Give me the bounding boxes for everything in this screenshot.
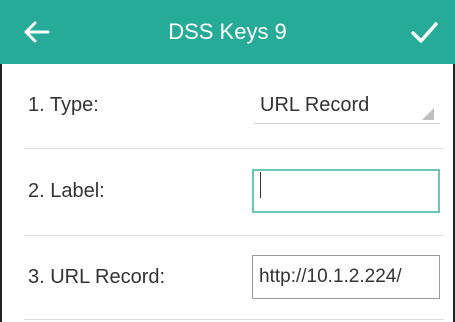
type-label: 1. Type: — [28, 94, 99, 116]
divider — [24, 319, 444, 320]
label-label: 2. Label: — [28, 180, 105, 202]
dss-keys-screen: DSS Keys 9 1. Type: URL Record 2. Label:… — [0, 0, 455, 322]
url-record-input[interactable] — [252, 255, 440, 299]
confirm-button[interactable] — [409, 18, 439, 46]
back-arrow-icon — [24, 21, 50, 43]
type-select-value: URL Record — [260, 94, 370, 116]
dropdown-triangle-icon — [422, 108, 434, 120]
type-select[interactable]: URL Record — [254, 90, 440, 124]
page-title: DSS Keys 9 — [168, 19, 287, 44]
label-input[interactable] — [252, 169, 440, 213]
header-bar: DSS Keys 9 — [0, 0, 455, 64]
back-button[interactable] — [22, 18, 50, 46]
url-record-label: 3. URL Record: — [28, 266, 166, 288]
checkmark-icon — [411, 22, 438, 43]
select-underline — [254, 123, 440, 124]
text-caret — [260, 172, 261, 198]
type-row: 1. Type: URL Record — [0, 64, 455, 148]
